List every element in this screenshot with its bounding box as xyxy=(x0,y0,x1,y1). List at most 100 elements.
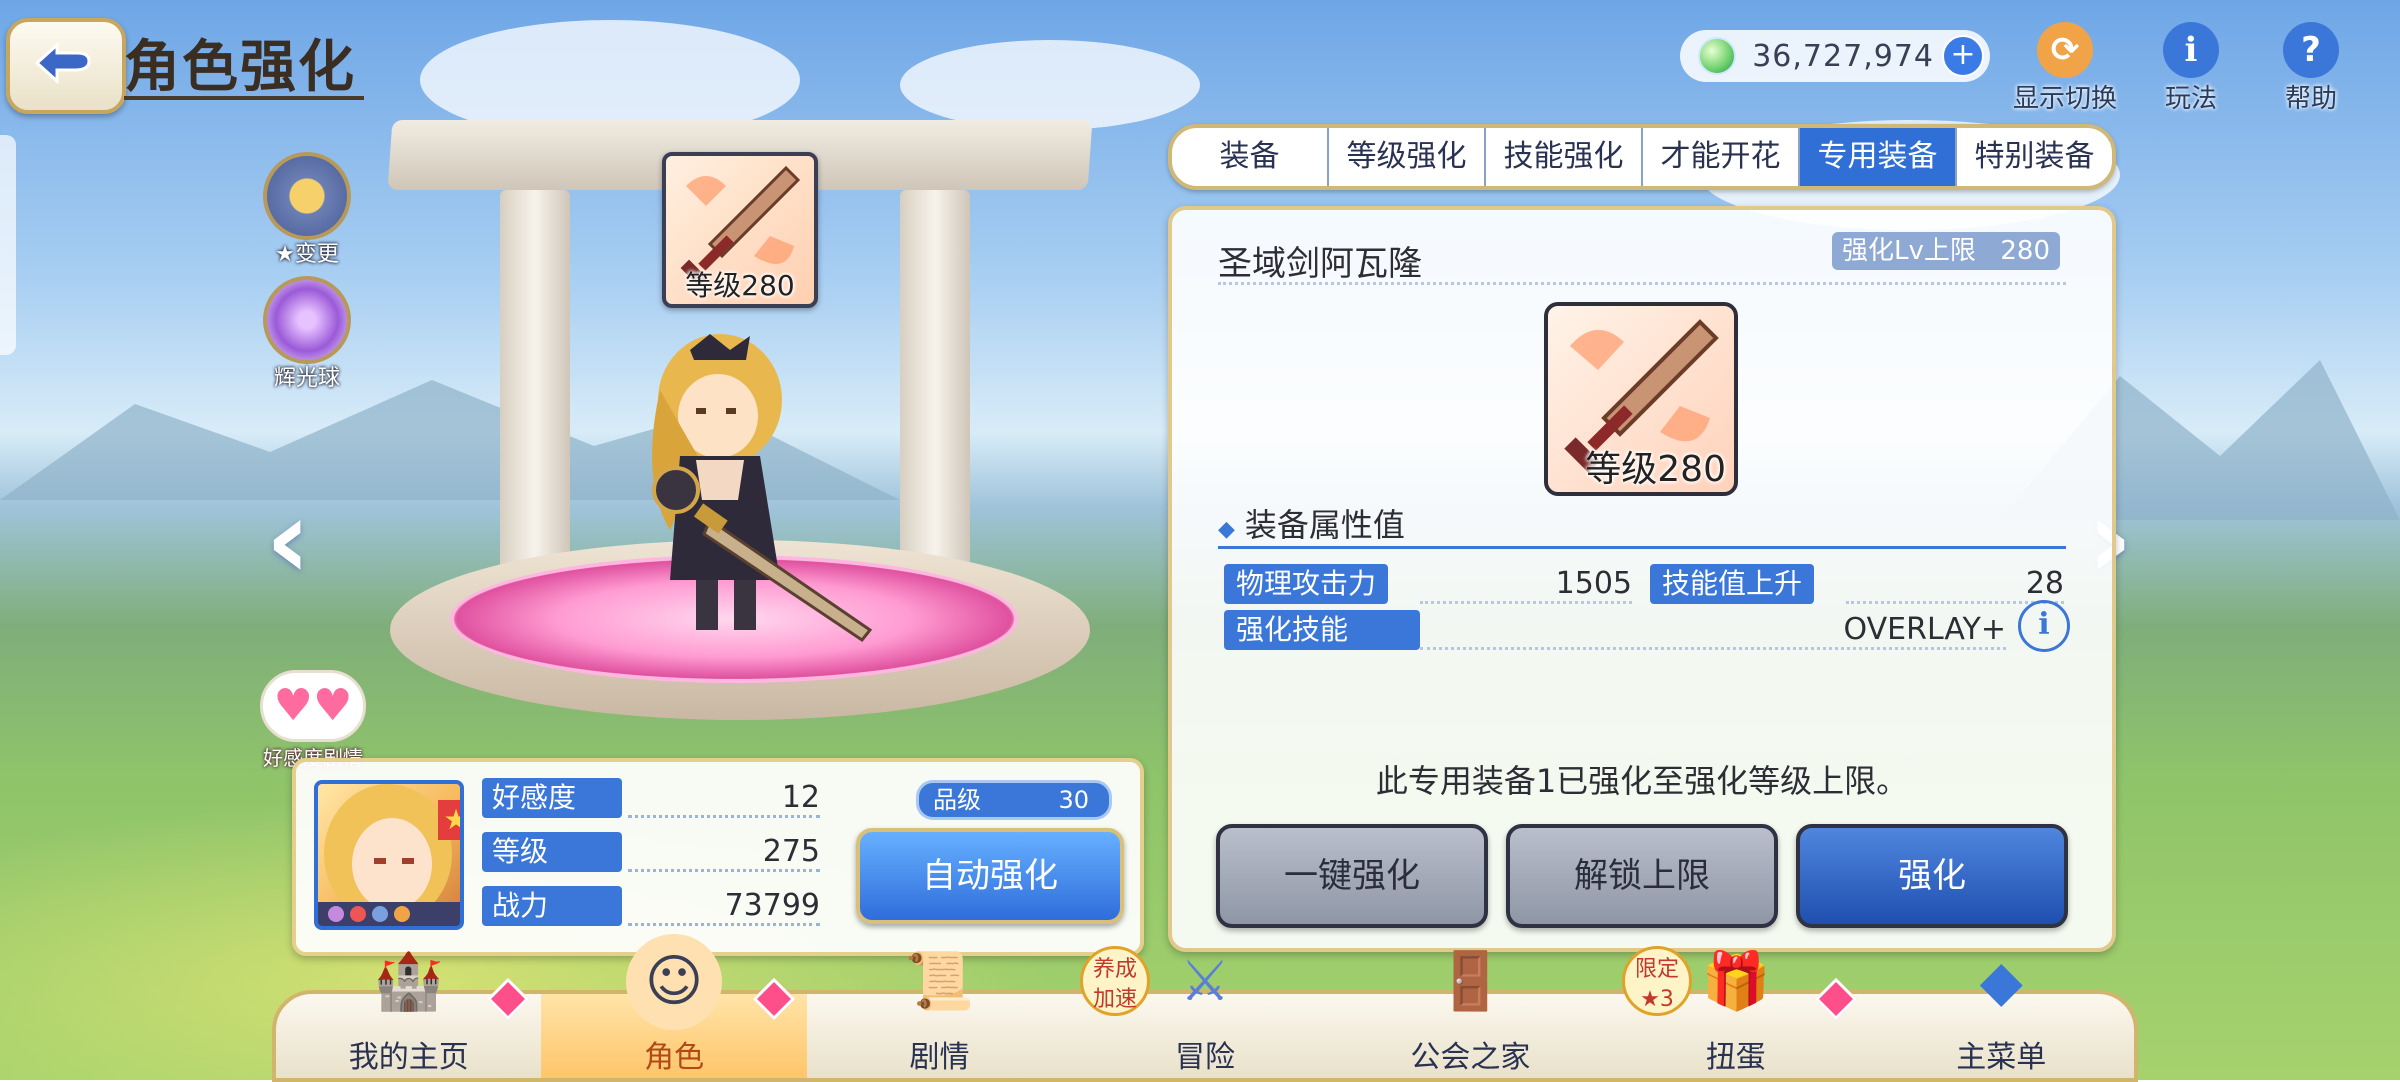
stat-label: 等级 xyxy=(482,832,622,872)
help-label: 帮助 xyxy=(2284,84,2337,114)
limited-tag: 限定 ★3 xyxy=(1622,946,1692,1016)
door-icon: 🚪 xyxy=(1435,949,1506,1014)
property-enhanced-skill: 强化技能 OVERLAY+ xyxy=(1224,610,2006,650)
currency-display: 36,727,974 + xyxy=(1680,30,1990,82)
auto-enhance-button[interactable]: 自动强化 xyxy=(856,828,1124,924)
section-title: ◆ 装备属性值 xyxy=(1218,500,1405,546)
property-value: 1505 xyxy=(1555,566,1632,601)
tab-skill-up[interactable]: 技能强化 xyxy=(1484,128,1641,186)
stat-label: 战力 xyxy=(482,886,622,926)
stat-label: 好感度 xyxy=(482,778,622,818)
equipped-item-icon[interactable]: 等级280 xyxy=(662,152,818,308)
property-label: 技能值上升 xyxy=(1650,564,1815,604)
back-arrow-icon xyxy=(34,41,91,85)
bottom-navigation: 🏰 我的主页 ☺ 角色 📜 剧情 ⚔ 冒险 🚪 公会之家 🎁 扭蛋 ◆ 主菜单 xyxy=(272,934,2138,1082)
jewel-icon xyxy=(1698,37,1736,75)
character-portrait[interactable]: ★ xyxy=(314,780,464,930)
sword-shield-icon: ⚔ xyxy=(1179,949,1231,1014)
info-icon: i xyxy=(2163,22,2219,78)
stat-row-power: 战力 73799 xyxy=(482,886,820,926)
stat-value: 73799 xyxy=(724,888,820,923)
diamond-icon: ◆ xyxy=(1218,517,1235,542)
help-button[interactable]: ? 帮助 xyxy=(2256,22,2366,115)
nav-guild-house[interactable]: 🚪 公会之家 xyxy=(1338,949,1603,1078)
equipment-name: 圣域剑阿瓦隆 xyxy=(1218,244,1422,284)
level-cap-value: 280 xyxy=(2000,236,2050,266)
unlock-cap-button[interactable]: 解锁上限 xyxy=(1506,824,1778,928)
unique-equipment-panel: 圣域剑阿瓦隆 强化Lv上限 280 等级280 ◆ 装备属性值 物理攻击力 150… xyxy=(1168,206,2116,952)
nav-character[interactable]: ☺ 角色 xyxy=(541,934,807,1078)
star-change-icon xyxy=(263,152,351,240)
star-change-button[interactable]: ★变更 xyxy=(252,152,362,268)
gameplay-label: 玩法 xyxy=(2164,84,2217,114)
stat-value: 275 xyxy=(762,834,820,869)
stat-row-level: 等级 275 xyxy=(482,832,820,872)
stat-row-affinity: 好感度 12 xyxy=(482,778,820,818)
gacha-machine-icon: 🎁 xyxy=(1700,949,1771,1014)
scroll-icon: 📜 xyxy=(904,949,975,1014)
tab-special-equipment[interactable]: 特别装备 xyxy=(1955,128,2112,186)
cloud xyxy=(900,40,1200,130)
nav-label: 公会之家 xyxy=(1410,1040,1531,1075)
rank-label: 品级 xyxy=(933,786,981,814)
affinity-story-button[interactable]: ♥♥ 好感度剧情 xyxy=(258,670,368,770)
glow-orb-label: 辉光球 xyxy=(273,366,340,391)
property-value: OVERLAY+ xyxy=(1843,612,2006,647)
previous-character-arrow[interactable]: ‹ xyxy=(258,484,318,604)
enhance-tabs: 装备 等级强化 技能强化 才能开花 专用装备 特别装备 xyxy=(1168,124,2116,190)
skill-info-button[interactable]: i xyxy=(2018,600,2070,652)
dotted-divider xyxy=(628,869,820,872)
side-drawer-handle[interactable] xyxy=(0,135,16,355)
character-face-icon: ☺ xyxy=(626,934,723,1030)
page-title: 角色强化 xyxy=(124,35,356,100)
tab-talent-bloom[interactable]: 才能开花 xyxy=(1641,128,1798,186)
nav-home[interactable]: 🏰 我的主页 xyxy=(276,949,541,1078)
back-button[interactable] xyxy=(6,18,126,114)
equipped-item-level: 等级280 xyxy=(685,269,795,302)
tab-equipment[interactable]: 装备 xyxy=(1172,128,1327,186)
title-underline xyxy=(124,96,364,100)
nav-label: 我的主页 xyxy=(348,1040,469,1075)
tab-level-up[interactable]: 等级强化 xyxy=(1327,128,1484,186)
crystal-icon: ◆ xyxy=(1979,949,2023,1014)
glow-orb-button[interactable]: 辉光球 xyxy=(252,276,362,392)
currency-amount: 36,727,974 xyxy=(1752,38,1934,74)
star-rank-flag: ★ xyxy=(438,800,460,840)
level-cap-badge: 强化Lv上限 280 xyxy=(1832,232,2060,270)
nav-main-menu[interactable]: ◆ 主菜单 xyxy=(1869,949,2134,1078)
stat-value: 12 xyxy=(781,780,820,815)
equipment-icon[interactable]: 等级280 xyxy=(1544,302,1738,496)
section-title-text: 装备属性值 xyxy=(1244,506,1405,544)
temple-pillar xyxy=(500,190,570,570)
level-cap-label: 强化Lv上限 xyxy=(1842,236,1976,266)
tab-unique-equipment[interactable]: 专用装备 xyxy=(1798,128,1955,186)
nav-label: 角色 xyxy=(644,1040,705,1075)
property-label: 物理攻击力 xyxy=(1224,564,1389,604)
gameplay-button[interactable]: i 玩法 xyxy=(2136,22,2246,115)
dotted-divider xyxy=(1218,282,2066,285)
castle-icon: 🏰 xyxy=(373,949,444,1014)
section-divider xyxy=(1218,546,2066,549)
nav-label: 冒险 xyxy=(1174,1040,1235,1075)
dotted-divider xyxy=(628,923,820,926)
character-info-card: ★ 好感度 12 等级 275 战力 73799 品级 30 自动强化 xyxy=(292,758,1144,956)
nav-label: 主菜单 xyxy=(1956,1040,2047,1075)
add-currency-button[interactable]: + xyxy=(1942,35,1984,77)
display-switch-button[interactable]: ⟳ 显示切换 xyxy=(2010,22,2120,115)
equipment-level: 等级280 xyxy=(1585,449,1726,490)
rank-value: 30 xyxy=(1058,786,1089,814)
dotted-divider xyxy=(1420,647,2006,650)
one-click-enhance-button[interactable]: 一键强化 xyxy=(1216,824,1488,928)
help-icon: ? xyxy=(2283,22,2339,78)
hearts-icon: ♥♥ xyxy=(260,670,366,742)
rank-badge: 品级 30 xyxy=(916,780,1112,820)
property-value: 28 xyxy=(2025,566,2064,601)
nav-story[interactable]: 📜 剧情 xyxy=(807,949,1072,1078)
property-label: 强化技能 xyxy=(1224,610,1420,650)
property-tp-up: 技能值上升 28 xyxy=(1650,564,2064,604)
enhance-button[interactable]: 强化 xyxy=(1796,824,2068,928)
property-physical-attack: 物理攻击力 1505 xyxy=(1224,564,1632,604)
display-switch-label: 显示切换 xyxy=(2012,84,2117,114)
max-level-notice: 此专用装备1已强化至强化等级上限。 xyxy=(1375,762,1909,800)
dotted-divider xyxy=(1420,601,1632,604)
